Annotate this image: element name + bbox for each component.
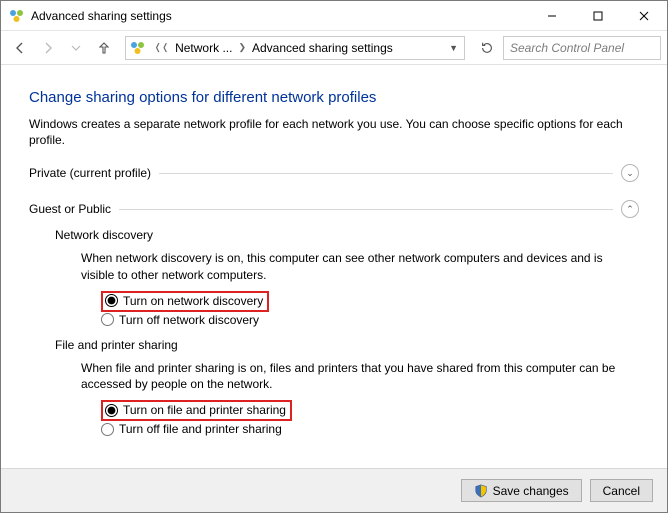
radio-label[interactable]: Turn on network discovery <box>123 294 263 308</box>
chevron-down-icon[interactable]: ⌄ <box>621 164 639 182</box>
breadcrumb-item[interactable]: Network ... <box>173 41 234 55</box>
radio-label[interactable]: Turn off file and printer sharing <box>119 422 282 436</box>
control-panel-icon <box>9 8 25 24</box>
footer: Save changes Cancel <box>1 468 667 512</box>
radio-fs-on[interactable] <box>105 404 118 417</box>
divider <box>159 173 613 174</box>
group-title: Network discovery <box>55 228 639 242</box>
window-title: Advanced sharing settings <box>31 9 529 23</box>
maximize-button[interactable] <box>575 1 621 31</box>
address-dropdown[interactable]: ▼ <box>443 43 464 53</box>
save-changes-button[interactable]: Save changes <box>461 479 582 502</box>
close-button[interactable] <box>621 1 667 31</box>
section-label: Guest or Public <box>29 202 111 216</box>
button-label: Save changes <box>493 484 569 498</box>
file-sharing-group: File and printer sharing When file and p… <box>55 338 639 437</box>
group-description: When network discovery is on, this compu… <box>81 250 639 282</box>
section-label: Private (current profile) <box>29 166 151 180</box>
radio-fs-off[interactable] <box>101 423 114 436</box>
highlight-box: Turn on network discovery <box>101 291 269 312</box>
breadcrumb-item[interactable]: Advanced sharing settings <box>250 41 395 55</box>
divider <box>119 209 613 210</box>
search-placeholder: Search Control Panel <box>510 41 624 55</box>
radio-nd-on[interactable] <box>105 294 118 307</box>
address-bar[interactable]: ❬❬ Network ... ❯ Advanced sharing settin… <box>125 36 465 60</box>
titlebar: Advanced sharing settings <box>1 1 667 31</box>
chevron-right-icon[interactable]: ❯ <box>234 42 250 53</box>
search-input[interactable]: Search Control Panel <box>503 36 661 60</box>
content-area: Change sharing options for different net… <box>1 65 667 468</box>
network-discovery-group: Network discovery When network discovery… <box>55 228 639 327</box>
shield-icon <box>474 484 488 498</box>
highlight-box: Turn on file and printer sharing <box>101 400 292 421</box>
toolbar: ❬❬ Network ... ❯ Advanced sharing settin… <box>1 31 667 65</box>
breadcrumb-sep: ❬❬ <box>150 42 173 53</box>
group-description: When file and printer sharing is on, fil… <box>81 360 639 392</box>
page-description: Windows creates a separate network profi… <box>29 116 639 148</box>
cancel-button[interactable]: Cancel <box>590 479 653 502</box>
section-guest[interactable]: Guest or Public ⌃ <box>29 196 639 222</box>
minimize-button[interactable] <box>529 1 575 31</box>
recent-dropdown[interactable] <box>63 35 89 61</box>
refresh-button[interactable] <box>473 36 501 60</box>
back-button[interactable] <box>7 35 33 61</box>
forward-button[interactable] <box>35 35 61 61</box>
button-label: Cancel <box>603 484 640 498</box>
control-panel-icon <box>130 40 146 56</box>
radio-label[interactable]: Turn on file and printer sharing <box>123 403 286 417</box>
up-button[interactable] <box>91 35 117 61</box>
page-heading: Change sharing options for different net… <box>29 89 639 106</box>
radio-nd-off[interactable] <box>101 313 114 326</box>
chevron-up-icon[interactable]: ⌃ <box>621 200 639 218</box>
group-title: File and printer sharing <box>55 338 639 352</box>
section-private[interactable]: Private (current profile) ⌄ <box>29 160 639 186</box>
radio-label[interactable]: Turn off network discovery <box>119 313 259 327</box>
